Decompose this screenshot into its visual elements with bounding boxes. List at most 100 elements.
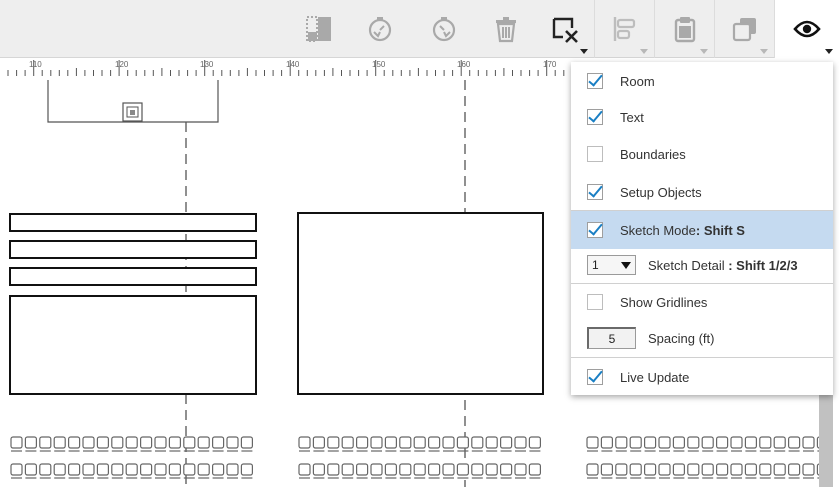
chair-seat[interactable]: [82, 463, 95, 476]
chair-seat[interactable]: [701, 436, 714, 449]
chair-seat[interactable]: [715, 463, 729, 476]
table-object[interactable]: [9, 213, 257, 232]
chair-seat[interactable]: [787, 463, 801, 476]
chair-seat[interactable]: [226, 463, 239, 476]
chair-seat[interactable]: [730, 463, 743, 476]
chair-seat[interactable]: [586, 436, 599, 449]
chair-seat[interactable]: [53, 436, 66, 449]
chair-seat[interactable]: [643, 463, 657, 476]
chair-seat[interactable]: [514, 436, 527, 449]
chair-seat[interactable]: [687, 436, 700, 449]
table-object[interactable]: [297, 212, 544, 395]
chair-seat[interactable]: [212, 436, 225, 449]
chair-seat[interactable]: [500, 463, 513, 476]
chair-seat[interactable]: [240, 463, 253, 476]
sketch-detail-select[interactable]: 1: [587, 255, 636, 275]
chair-seat[interactable]: [600, 436, 614, 449]
chair-seat[interactable]: [672, 436, 686, 449]
chair-seat[interactable]: [298, 436, 311, 449]
chair-seat[interactable]: [672, 463, 686, 476]
chair-seat[interactable]: [629, 436, 642, 449]
align-button[interactable]: [595, 0, 654, 58]
chair-seat[interactable]: [802, 463, 815, 476]
chair-seat[interactable]: [341, 436, 354, 449]
chair-seat[interactable]: [413, 436, 426, 449]
chair-seat[interactable]: [370, 463, 383, 476]
chair-seat[interactable]: [773, 463, 786, 476]
chair-seat[interactable]: [111, 436, 124, 449]
chair-seat[interactable]: [24, 463, 37, 476]
room-checkbox[interactable]: [587, 73, 603, 89]
menu-item-setup-objects[interactable]: Setup Objects: [571, 173, 833, 211]
chair-seat[interactable]: [168, 463, 181, 476]
chair-seat[interactable]: [370, 436, 383, 449]
chair-seat[interactable]: [384, 463, 397, 476]
table-object[interactable]: [9, 267, 257, 286]
chair-seat[interactable]: [125, 463, 138, 476]
chair-seat[interactable]: [183, 436, 196, 449]
chair-seat[interactable]: [399, 436, 412, 449]
chair-seat[interactable]: [67, 463, 81, 476]
menu-item-room[interactable]: Room: [571, 62, 833, 100]
chair-seat[interactable]: [356, 436, 369, 449]
chair-seat[interactable]: [615, 436, 628, 449]
chair-seat[interactable]: [384, 436, 397, 449]
copy-button[interactable]: [715, 0, 774, 58]
vertical-scrollbar[interactable]: [819, 395, 833, 487]
chair-seat[interactable]: [500, 436, 513, 449]
chair-seat[interactable]: [24, 436, 37, 449]
timer-back-button[interactable]: [350, 0, 409, 58]
deselect-caret[interactable]: [580, 49, 588, 54]
chair-seat[interactable]: [39, 436, 52, 449]
chair-seat[interactable]: [456, 463, 469, 476]
chair-seat[interactable]: [154, 463, 167, 476]
chair-seat[interactable]: [413, 463, 426, 476]
split-view-button[interactable]: [289, 0, 348, 58]
chair-seat[interactable]: [687, 463, 700, 476]
chair-seat[interactable]: [658, 463, 671, 476]
chair-seat[interactable]: [96, 463, 110, 476]
chair-seat[interactable]: [312, 463, 325, 476]
chair-seat[interactable]: [327, 436, 340, 449]
table-object[interactable]: [9, 295, 257, 395]
visibility-caret[interactable]: [825, 49, 833, 54]
chair-seat[interactable]: [212, 463, 225, 476]
setup-objects-checkbox[interactable]: [587, 184, 603, 200]
chair-seat[interactable]: [485, 436, 498, 449]
chair-seat[interactable]: [615, 463, 628, 476]
paste-caret[interactable]: [700, 49, 708, 54]
chair-seat[interactable]: [442, 436, 455, 449]
chair-rows[interactable]: [10, 436, 830, 479]
chair-seat[interactable]: [744, 463, 758, 476]
menu-item-text[interactable]: Text: [571, 98, 833, 136]
chair-seat[interactable]: [140, 436, 153, 449]
chair-seat[interactable]: [312, 436, 325, 449]
chair-seat[interactable]: [399, 463, 412, 476]
delete-button[interactable]: [476, 0, 535, 58]
chair-seat[interactable]: [528, 436, 542, 449]
chair-seat[interactable]: [730, 436, 743, 449]
chair-seat[interactable]: [341, 463, 354, 476]
copy-caret[interactable]: [760, 49, 768, 54]
chair-seat[interactable]: [39, 463, 52, 476]
chair-seat[interactable]: [327, 463, 340, 476]
chair-seat[interactable]: [773, 436, 786, 449]
text-checkbox[interactable]: [587, 109, 603, 125]
menu-item-sketch-mode[interactable]: Sketch Mode: Shift S: [571, 211, 833, 249]
chair-seat[interactable]: [183, 463, 196, 476]
chair-seat[interactable]: [471, 463, 484, 476]
chair-seat[interactable]: [197, 436, 210, 449]
chair-seat[interactable]: [240, 436, 253, 449]
chair-seat[interactable]: [629, 463, 642, 476]
show-gridlines-checkbox[interactable]: [587, 294, 603, 310]
chair-seat[interactable]: [82, 436, 95, 449]
stage-object[interactable]: [47, 80, 219, 123]
chair-seat[interactable]: [10, 463, 23, 476]
chair-seat[interactable]: [111, 463, 124, 476]
menu-item-boundaries[interactable]: Boundaries: [571, 135, 833, 173]
chair-seat[interactable]: [140, 463, 153, 476]
chair-seat[interactable]: [298, 463, 311, 476]
chair-seat[interactable]: [802, 436, 815, 449]
spacing-input[interactable]: 5: [587, 327, 636, 349]
visibility-button[interactable]: [775, 0, 839, 58]
